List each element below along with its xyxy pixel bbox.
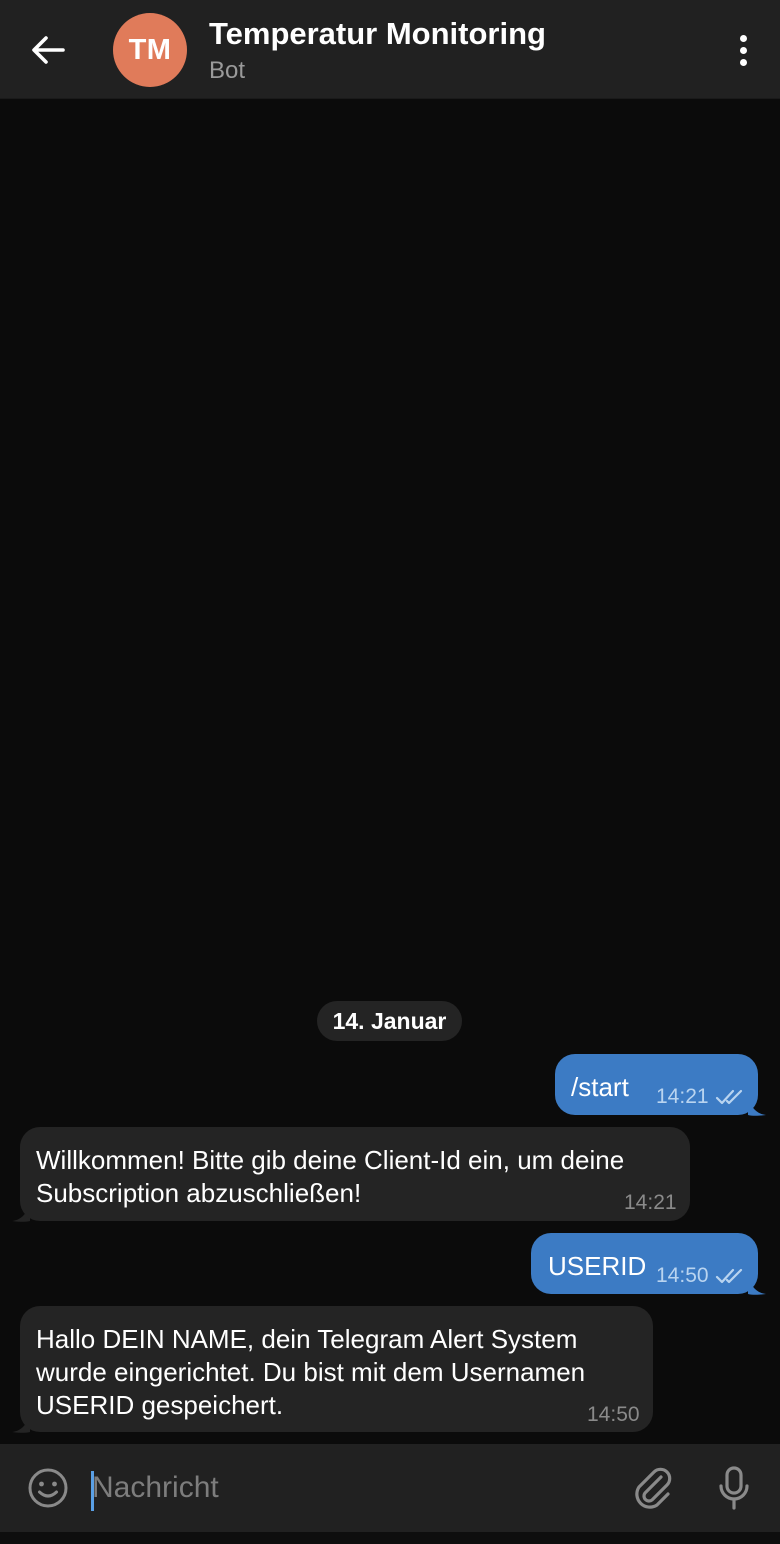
message-text: Hallo DEIN NAME, dein Telegram Alert Sys… — [36, 1324, 586, 1420]
message-text: Willkommen! Bitte gib deine Client-Id ei… — [36, 1145, 625, 1208]
microphone-icon — [719, 1466, 749, 1510]
back-button[interactable] — [18, 22, 78, 78]
double-check-icon — [715, 1089, 742, 1105]
text-caret — [91, 1471, 94, 1511]
message-input[interactable] — [92, 1458, 612, 1518]
emoji-button[interactable] — [26, 1466, 70, 1510]
chat-title[interactable]: Temperatur Monitoring — [209, 16, 546, 52]
message-time: 14:50 — [587, 1403, 640, 1426]
arrow-left-icon — [32, 36, 65, 64]
more-menu-button[interactable] — [728, 28, 758, 72]
message-text: /start — [571, 1072, 629, 1102]
chat-subtitle: Bot — [209, 57, 246, 84]
message-bubble-outgoing[interactable]: /start 14:21 — [555, 1054, 758, 1115]
message-bubble-incoming[interactable]: Willkommen! Bitte gib deine Client-Id ei… — [20, 1127, 690, 1221]
navigation-bar-area — [0, 1532, 780, 1544]
paperclip-icon — [635, 1467, 672, 1509]
message-bubble-outgoing[interactable]: USERID 14:50 — [531, 1233, 758, 1294]
attach-button[interactable] — [630, 1464, 676, 1512]
message-bubble-incoming[interactable]: Hallo DEIN NAME, dein Telegram Alert Sys… — [20, 1306, 653, 1432]
message-time: 14:21 — [624, 1191, 677, 1214]
message-composer — [0, 1444, 780, 1532]
microphone-button[interactable] — [714, 1464, 754, 1512]
emoji-icon — [28, 1468, 68, 1508]
message-time: 14:50 — [656, 1264, 709, 1287]
message-text: USERID — [548, 1251, 647, 1281]
avatar[interactable]: TM — [113, 13, 187, 87]
more-vertical-icon — [739, 34, 747, 42]
message-time: 14:21 — [656, 1085, 709, 1108]
double-check-icon — [715, 1268, 742, 1284]
message-meta: 14:50 — [656, 1264, 745, 1288]
chat-header: TM Temperatur Monitoring Bot — [0, 0, 780, 99]
date-separator: 14. Januar — [317, 1001, 462, 1041]
message-meta: 14:21 — [656, 1085, 745, 1109]
